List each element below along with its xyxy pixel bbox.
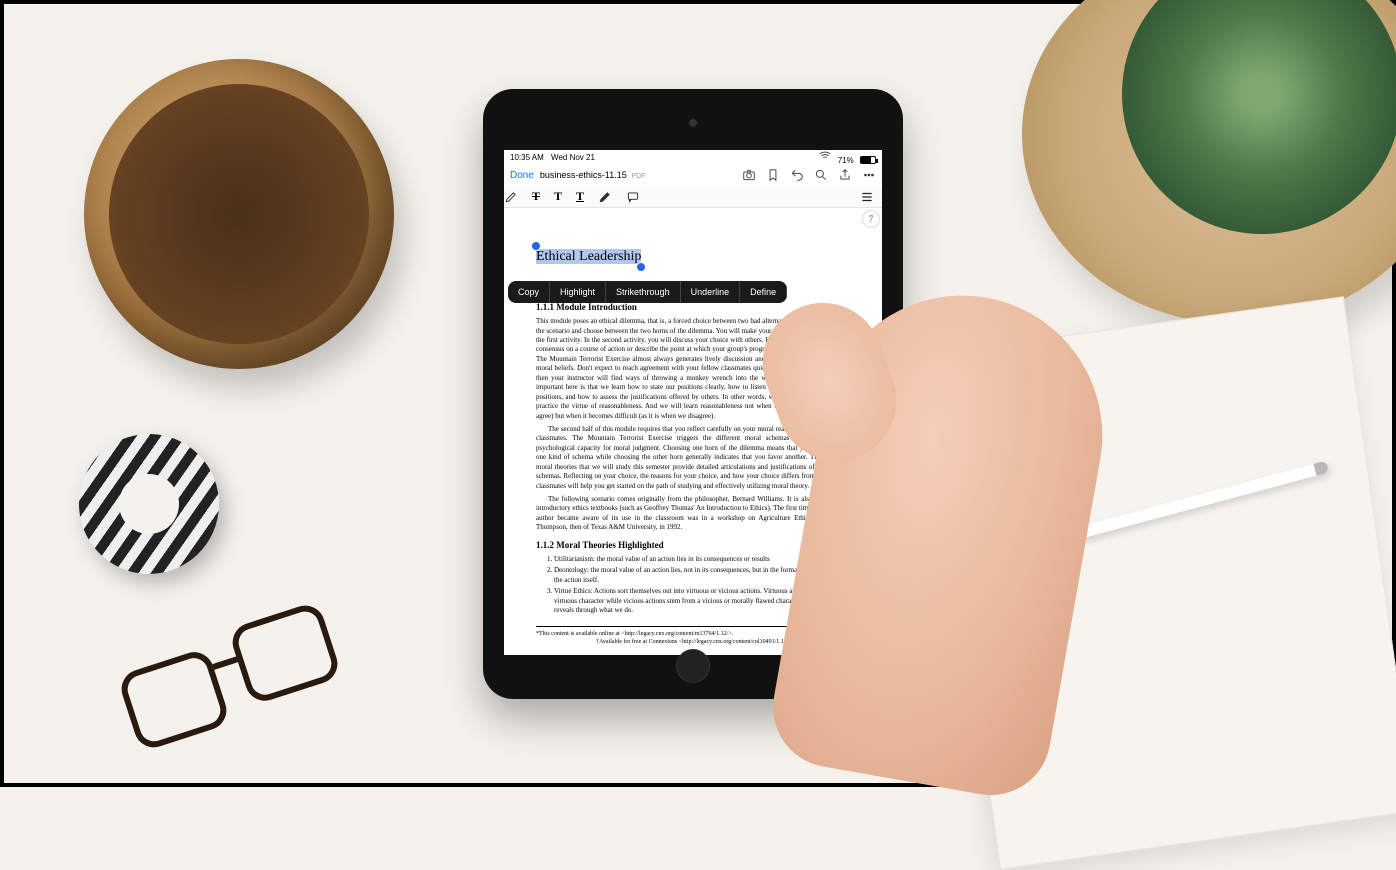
footnotes: *This content is available online at <ht… <box>536 626 850 646</box>
highlight-tool-icon[interactable] <box>598 190 612 204</box>
ipad-device: 10:35 AM Wed Nov 21 71% Done business-et… <box>483 89 903 699</box>
pen-tool-icon[interactable] <box>504 190 518 204</box>
desk-plant-prop <box>1022 0 1396 324</box>
file-title: business-ethics-11.15 PDF <box>540 170 646 181</box>
menu-strikethrough[interactable]: Strikethrough <box>606 281 681 303</box>
ipad-camera <box>689 119 697 127</box>
menu-underline[interactable]: Underline <box>681 281 741 303</box>
wifi-icon <box>818 150 832 163</box>
status-bar: 10:35 AM Wed Nov 21 71% <box>504 150 882 164</box>
search-icon[interactable] <box>814 168 828 182</box>
desk-glasses-prop <box>113 587 394 772</box>
home-button[interactable] <box>676 649 710 683</box>
doc-title: Ethical Leadership <box>536 248 850 267</box>
undo-icon[interactable] <box>790 168 804 182</box>
desk-tape-prop <box>68 423 230 585</box>
text-tool[interactable]: T <box>554 189 562 204</box>
paragraph: The following scenario comes originally … <box>536 495 850 533</box>
filename-label: business-ethics-11.15 <box>540 170 627 180</box>
bookmark-icon[interactable] <box>766 168 780 182</box>
menu-copy[interactable]: Copy <box>508 281 550 303</box>
footnote-line: *This content is available online at <ht… <box>536 630 850 638</box>
list-item: Utilitarianism: the moral value of an ac… <box>554 555 850 564</box>
ipad-screen: 10:35 AM Wed Nov 21 71% Done business-et… <box>504 150 882 655</box>
annotation-toolbar: T T T <box>504 186 882 208</box>
ordered-list: Utilitarianism: the moral value of an ac… <box>554 555 850 616</box>
list-item: Virtue Ethics: Actions sort themselves o… <box>554 587 850 615</box>
more-icon[interactable] <box>862 168 876 182</box>
comment-tool-icon[interactable] <box>626 190 640 204</box>
app-toolbar: Done business-ethics-11.15 PDF <box>504 164 882 186</box>
filetype-label: PDF <box>632 173 646 180</box>
page-indicator[interactable]: 7 <box>862 210 880 228</box>
strikethrough-tool[interactable]: T <box>532 189 540 204</box>
footnote-line: †Available for free at Connexions <http:… <box>536 638 850 646</box>
desk-bowl-prop <box>84 59 394 369</box>
outline-icon[interactable] <box>860 190 874 204</box>
share-icon[interactable] <box>838 168 852 182</box>
done-button[interactable]: Done <box>510 170 534 181</box>
status-date: Wed Nov 21 <box>551 153 595 162</box>
document-view[interactable]: 7 Copy Highlight Strikethrough Underline… <box>504 208 882 655</box>
selection-handle-end[interactable] <box>636 262 646 272</box>
desk-notebook-prop <box>928 296 1396 869</box>
status-time: 10:35 AM <box>510 153 544 162</box>
paragraph: This module poses an ethical dilemma, th… <box>536 317 850 421</box>
paragraph: The second half of this module requires … <box>536 425 850 491</box>
selected-text[interactable]: Ethical Leadership <box>536 249 641 264</box>
battery-icon <box>860 156 876 164</box>
menu-highlight[interactable]: Highlight <box>550 281 606 303</box>
camera-icon[interactable] <box>742 168 756 182</box>
menu-define[interactable]: Define <box>740 281 787 303</box>
selection-handle-start[interactable] <box>531 241 541 251</box>
text-selection-menu: Copy Highlight Strikethrough Underline D… <box>508 281 787 303</box>
list-item: Deontology: the moral value of an action… <box>554 566 850 585</box>
subsection-heading-2: 1.1.2 Moral Theories Highlighted <box>536 539 850 551</box>
underline-tool[interactable]: T <box>576 189 584 204</box>
battery-pct: 71% <box>838 156 854 165</box>
